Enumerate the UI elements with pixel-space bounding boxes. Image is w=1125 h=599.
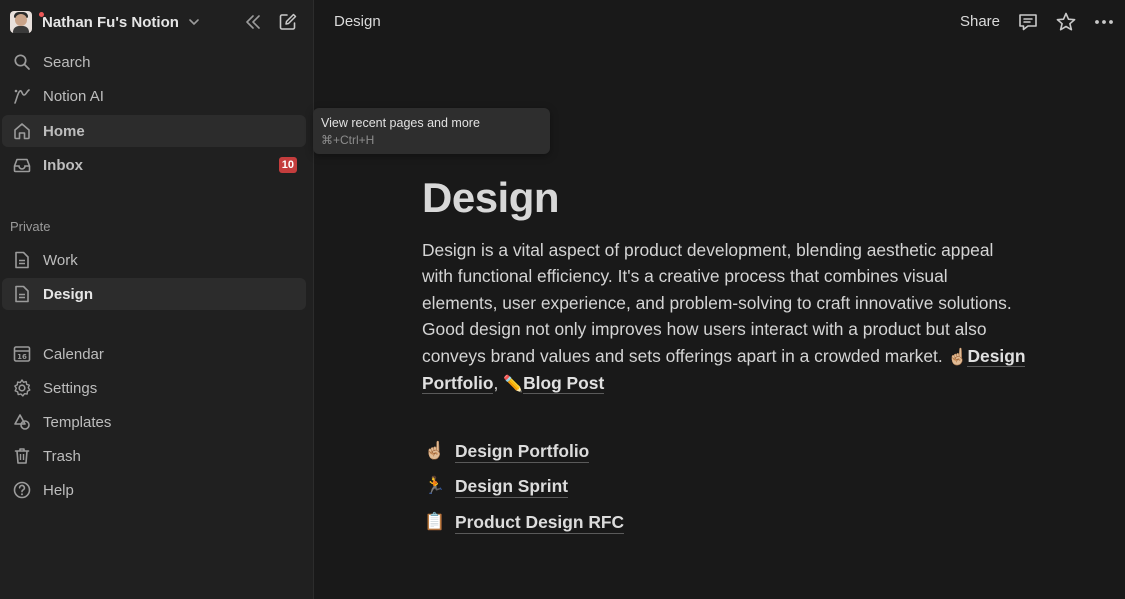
workspace-avatar: [10, 11, 32, 33]
sidebar-item-notion-ai[interactable]: Notion AI: [2, 80, 306, 112]
workspace-name: Nathan Fu's Notion: [42, 13, 179, 31]
subpage-link-design-portfolio[interactable]: ☝🏼 Design Portfolio: [424, 437, 590, 465]
pointing-up-emoji-icon: ☝🏼: [947, 346, 968, 366]
sidebar-item-label: Templates: [43, 413, 112, 431]
home-tooltip: View recent pages and more ⌘+Ctrl+H: [313, 108, 550, 154]
sidebar: Nathan Fu's Notion Search Notion AI Home…: [0, 0, 314, 599]
sidebar-item-label: Trash: [43, 447, 81, 465]
sidebar-item-settings[interactable]: Settings: [2, 372, 306, 404]
sidebar-item-home[interactable]: Home: [2, 115, 306, 147]
subpage-title: Design Portfolio: [455, 440, 590, 463]
collapse-sidebar-icon[interactable]: [241, 10, 265, 34]
sidebar-item-calendar[interactable]: 16 Calendar: [2, 338, 306, 370]
main-content: Design Share View recent pages and more …: [313, 0, 1125, 599]
sidebar-item-label: Work: [43, 251, 78, 269]
sidebar-item-label: Inbox: [43, 156, 83, 174]
sidebar-item-label: Calendar: [43, 345, 104, 363]
comment-icon[interactable]: [1016, 10, 1040, 34]
page-title[interactable]: Design: [422, 174, 560, 222]
more-options-icon[interactable]: [1092, 10, 1116, 34]
sidebar-item-search[interactable]: Search: [2, 46, 306, 78]
breadcrumb[interactable]: Design: [334, 13, 381, 30]
description-text: Design is a vital aspect of product deve…: [422, 240, 1012, 366]
chevron-down-icon: [189, 19, 199, 26]
calendar-icon: 16: [11, 343, 33, 365]
sidebar-item-label: Help: [43, 481, 74, 499]
sidebar-item-design[interactable]: Design: [2, 278, 306, 310]
inbox-count-badge: 10: [278, 157, 297, 173]
sidebar-item-label: Home: [43, 122, 85, 140]
subpage-title: Product Design RFC: [455, 511, 625, 534]
runner-emoji-icon: 🏃: [424, 476, 446, 496]
sidebar-item-label: Design: [43, 285, 94, 303]
favorite-star-icon[interactable]: [1054, 10, 1078, 34]
home-icon: [11, 120, 33, 142]
sidebar-item-inbox[interactable]: Inbox 10: [2, 149, 306, 181]
share-button[interactable]: Share: [960, 13, 1000, 30]
sidebar-item-label: Settings: [43, 379, 98, 397]
new-page-icon[interactable]: [276, 10, 300, 34]
sidebar-item-help[interactable]: Help: [2, 474, 306, 506]
section-label-private[interactable]: Private: [10, 219, 50, 234]
pencil-emoji-icon: ✏️: [503, 374, 524, 394]
tooltip-shortcut: ⌘+Ctrl+H: [321, 133, 375, 147]
inbox-icon: [11, 154, 33, 176]
inline-link-blog-post[interactable]: Blog Post: [523, 373, 605, 395]
subpage-title: Design Sprint: [455, 475, 569, 498]
trash-icon: [11, 445, 33, 467]
search-icon: [11, 51, 33, 73]
sidebar-item-templates[interactable]: Templates: [2, 406, 306, 438]
templates-icon: [11, 411, 33, 433]
help-icon: [11, 479, 33, 501]
sidebar-item-trash[interactable]: Trash: [2, 440, 306, 472]
page-icon: [11, 283, 33, 305]
link-separator: ,: [493, 373, 504, 394]
page-description[interactable]: Design is a vital aspect of product deve…: [422, 237, 1027, 397]
page-icon: [11, 249, 33, 271]
notification-dot: [38, 11, 45, 18]
sidebar-item-label: Notion AI: [43, 87, 104, 105]
notion-ai-icon: [11, 85, 33, 107]
tooltip-title: View recent pages and more: [321, 116, 480, 130]
workspace-switcher[interactable]: Nathan Fu's Notion: [10, 10, 201, 34]
sidebar-item-work[interactable]: Work: [2, 244, 306, 276]
subpage-link-design-sprint[interactable]: 🏃 Design Sprint: [424, 472, 569, 500]
sidebar-item-label: Search: [43, 53, 91, 71]
clipboard-emoji-icon: 📋: [424, 512, 446, 532]
svg-text:16: 16: [17, 353, 27, 361]
settings-icon: [11, 377, 33, 399]
pointing-up-emoji-icon: ☝🏼: [424, 441, 446, 461]
subpage-link-product-design-rfc[interactable]: 📋 Product Design RFC: [424, 508, 625, 536]
